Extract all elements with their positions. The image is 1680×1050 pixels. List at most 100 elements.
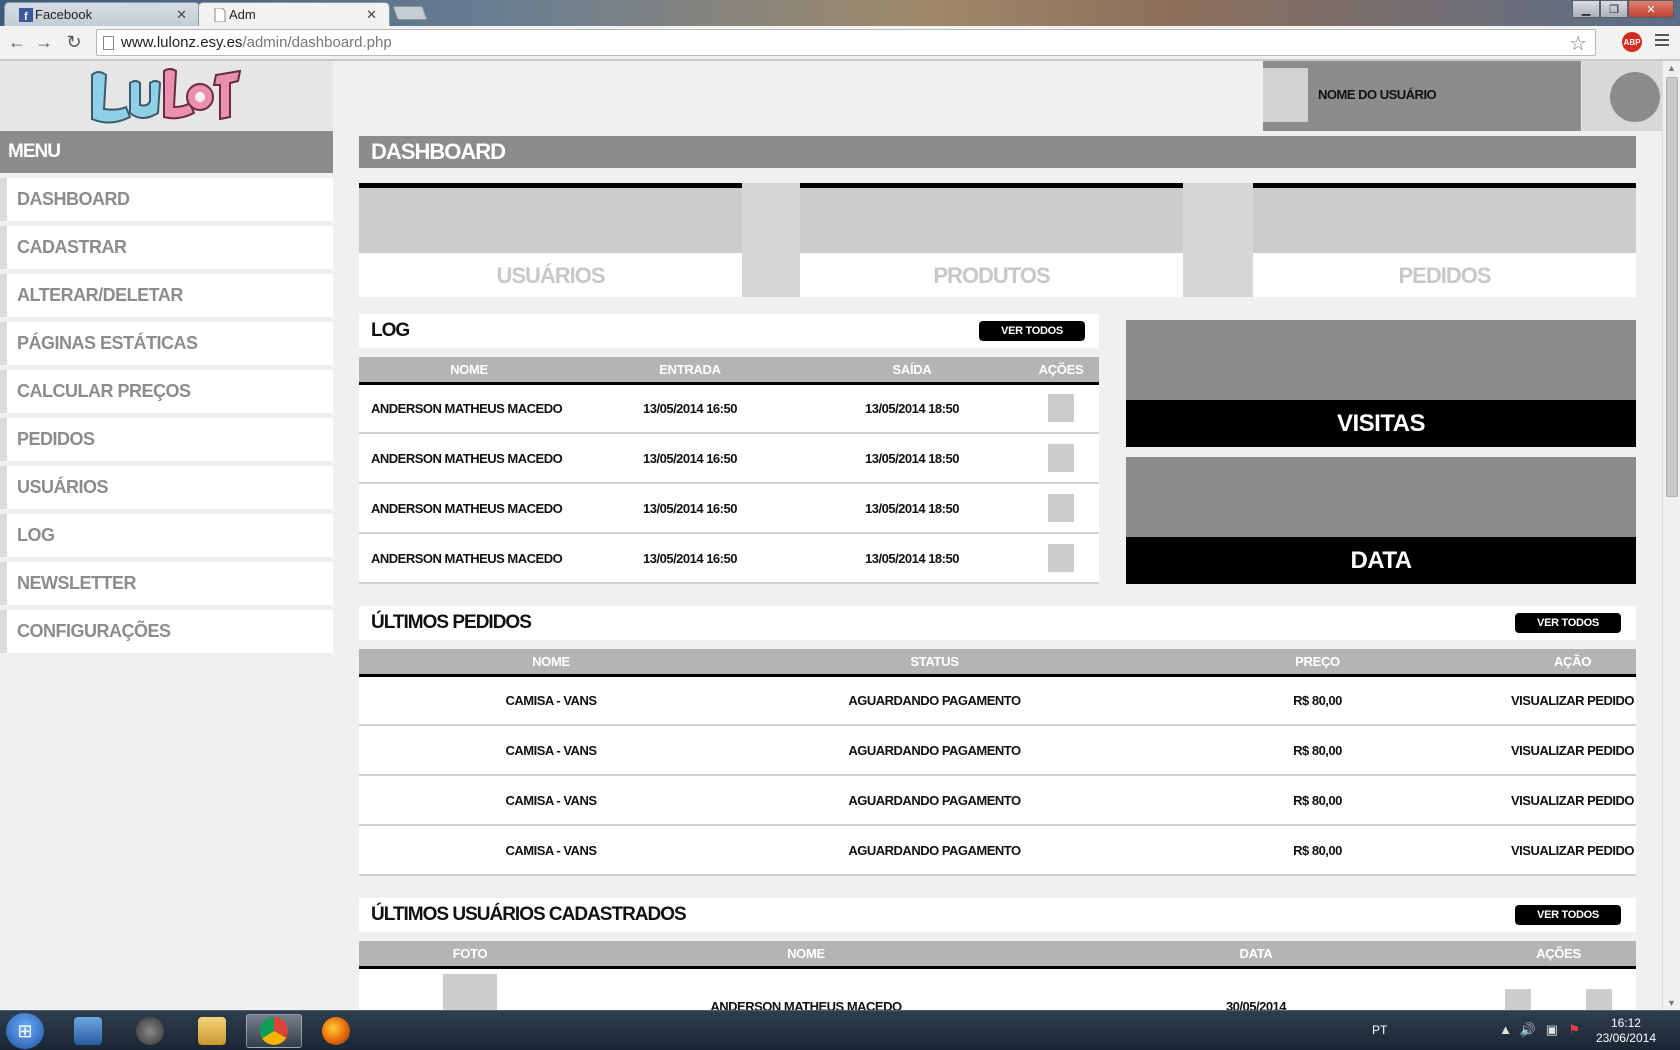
app-icon: [136, 1017, 164, 1045]
language-indicator[interactable]: PT: [1372, 1023, 1387, 1037]
action-center-icon[interactable]: ⚑: [1568, 1022, 1580, 1038]
log-table: NOME ENTRADA SAÍDA AÇÕES ANDERSON MATHEU…: [359, 357, 1099, 584]
firefox-icon: [322, 1017, 350, 1045]
view-order-link[interactable]: VISUALIZAR PEDIDO: [1509, 675, 1636, 726]
stat-divider: [742, 183, 800, 297]
reload-icon[interactable]: ↻: [63, 31, 85, 53]
table-row: CAMISA - VANS AGUARDANDO PAGAMENTO R$ 80…: [359, 725, 1636, 776]
close-tab-icon[interactable]: ✕: [366, 7, 377, 23]
stat-value-area: [800, 188, 1183, 253]
network-icon[interactable]: ▣: [1546, 1022, 1558, 1038]
scroll-down-icon[interactable]: ▼: [1667, 998, 1676, 1008]
log-saida: 13/05/2014 18:50: [801, 433, 1023, 484]
order-nome: CAMISA - VANS: [359, 725, 743, 776]
scroll-up-icon[interactable]: ▲: [1667, 63, 1676, 73]
date-widget[interactable]: DATA: [1126, 457, 1636, 584]
sidebar-item-cadastrar[interactable]: CADASTRAR: [0, 226, 333, 269]
table-header-row: NOME STATUS PREÇO AÇÃO: [359, 649, 1636, 677]
orders-section-header: ÚLTIMOS PEDIDOS VER TODOS: [359, 606, 1636, 640]
log-entrada: 13/05/2014 16:50: [579, 483, 801, 534]
browser-menu-icon[interactable]: [1655, 34, 1669, 49]
column-header: PREÇO: [1126, 649, 1509, 677]
close-window-icon[interactable]: ✕: [1628, 0, 1674, 18]
stat-card-usuarios[interactable]: USUÁRIOS: [359, 183, 742, 297]
user-thumbnail[interactable]: [1263, 68, 1308, 122]
order-preco: R$ 80,00: [1126, 725, 1509, 776]
log-action-button[interactable]: [1048, 444, 1074, 472]
user-nome: ANDERSON MATHEUS MACEDO: [581, 967, 1031, 1010]
column-header: FOTO: [359, 941, 581, 969]
browser-titlebar: f Facebook ✕ Adm ✕ ▁ ❐ ✕: [0, 0, 1680, 26]
table-row: ANDERSON MATHEUS MACEDO 13/05/2014 16:50…: [359, 483, 1099, 534]
scroll-thumb[interactable]: [1666, 77, 1678, 497]
new-tab-button[interactable]: [392, 6, 428, 20]
stat-label: PEDIDOS: [1398, 263, 1491, 288]
users-see-all-button[interactable]: VER TODOS: [1515, 905, 1621, 925]
order-status: AGUARDANDO PAGAMENTO: [743, 775, 1126, 826]
log-action-button[interactable]: [1048, 394, 1074, 423]
table-header-row: NOME ENTRADA SAÍDA AÇÕES: [359, 357, 1099, 385]
lulonz-logo[interactable]: [86, 65, 246, 127]
page-viewport: MENU DASHBOARD CADASTRAR ALTERAR/DELETAR…: [0, 61, 1662, 1010]
taskbar-firefox[interactable]: [308, 1014, 364, 1048]
folder-icon: [198, 1017, 226, 1045]
view-order-link[interactable]: VISUALIZAR PEDIDO: [1509, 775, 1636, 826]
sidebar-item-log[interactable]: LOG: [0, 514, 333, 557]
sidebar-item-usuarios[interactable]: USUÁRIOS: [0, 466, 333, 509]
page-title: DASHBOARD: [359, 136, 1636, 168]
table-row: CAMISA - VANS AGUARDANDO PAGAMENTO R$ 80…: [359, 775, 1636, 826]
sidebar-item-configuracoes[interactable]: CONFIGURAÇÕES: [0, 610, 333, 653]
facebook-icon: f: [19, 8, 33, 22]
sidebar-item-paginas-estaticas[interactable]: PÁGINAS ESTÁTICAS: [0, 322, 333, 365]
start-button[interactable]: ⊞: [6, 1013, 44, 1049]
log-see-all-button[interactable]: VER TODOS: [979, 321, 1085, 341]
tab-facebook[interactable]: f Facebook ✕: [4, 2, 200, 26]
order-status: AGUARDANDO PAGAMENTO: [743, 825, 1126, 876]
show-hidden-icons-icon[interactable]: ▲: [1499, 1022, 1512, 1037]
avatar[interactable]: [1610, 72, 1660, 122]
address-bar[interactable]: www.lulonz.esy.es/admin/dashboard.php ☆: [96, 29, 1596, 56]
visits-widget[interactable]: VISITAS: [1126, 320, 1636, 447]
close-tab-icon[interactable]: ✕: [176, 7, 187, 23]
sidebar: MENU DASHBOARD CADASTRAR ALTERAR/DELETAR…: [0, 61, 333, 1010]
view-order-link[interactable]: VISUALIZAR PEDIDO: [1509, 825, 1636, 876]
page-icon: [103, 36, 114, 50]
user-name[interactable]: NOME DO USUÁRIO: [1318, 87, 1437, 102]
table-row: CAMISA - VANS AGUARDANDO PAGAMENTO R$ 80…: [359, 675, 1636, 726]
page-scrollbar[interactable]: ▲ ▼: [1662, 61, 1680, 1010]
volume-icon[interactable]: 🔊: [1520, 1022, 1536, 1038]
sidebar-item-pedidos[interactable]: PEDIDOS: [0, 418, 333, 461]
maximize-icon[interactable]: ❐: [1600, 0, 1628, 18]
clock-date: 23/06/2014: [1595, 1031, 1656, 1045]
sidebar-item-alterar-deletar[interactable]: ALTERAR/DELETAR: [0, 274, 333, 317]
back-arrow-icon[interactable]: ←: [6, 31, 28, 53]
taskbar-chrome[interactable]: [246, 1014, 302, 1048]
taskbar-app[interactable]: [122, 1014, 178, 1048]
orders-see-all-button[interactable]: VER TODOS: [1515, 613, 1621, 633]
user-delete-button[interactable]: [1586, 988, 1613, 1010]
forward-arrow-icon[interactable]: →: [33, 31, 55, 53]
minimize-icon[interactable]: ▁: [1572, 0, 1600, 18]
users-table: FOTO NOME DATA AÇÕES ANDERSON MATHEUS MA…: [359, 941, 1636, 1010]
sidebar-item-newsletter[interactable]: NEWSLETTER: [0, 562, 333, 605]
visits-label: VISITAS: [1126, 400, 1636, 447]
tab-adm[interactable]: Adm ✕: [198, 2, 390, 26]
log-saida: 13/05/2014 18:50: [801, 533, 1023, 584]
bookmark-star-icon[interactable]: ☆: [1569, 31, 1587, 56]
order-nome: CAMISA - VANS: [359, 675, 743, 726]
stat-card-produtos[interactable]: PRODUTOS: [800, 183, 1183, 297]
taskbar-explorer[interactable]: [184, 1014, 240, 1048]
sidebar-item-dashboard[interactable]: DASHBOARD: [0, 178, 333, 221]
log-action-button[interactable]: [1048, 494, 1074, 522]
orders-table: NOME STATUS PREÇO AÇÃO CAMISA - VANS AGU…: [359, 649, 1636, 876]
order-preco: R$ 80,00: [1126, 825, 1509, 876]
stat-card-pedidos[interactable]: PEDIDOS: [1253, 183, 1636, 297]
taskbar-media-player[interactable]: [60, 1014, 116, 1048]
system-clock[interactable]: 16:12 23/06/2014: [1596, 1016, 1656, 1046]
user-edit-button[interactable]: [1504, 988, 1531, 1010]
view-order-link[interactable]: VISUALIZAR PEDIDO: [1509, 725, 1636, 776]
adblock-icon[interactable]: ABP: [1622, 32, 1642, 52]
log-action-button[interactable]: [1048, 544, 1074, 572]
sidebar-item-calcular-precos[interactable]: CALCULAR PREÇOS: [0, 370, 333, 413]
stat-label: PRODUTOS: [933, 263, 1050, 288]
